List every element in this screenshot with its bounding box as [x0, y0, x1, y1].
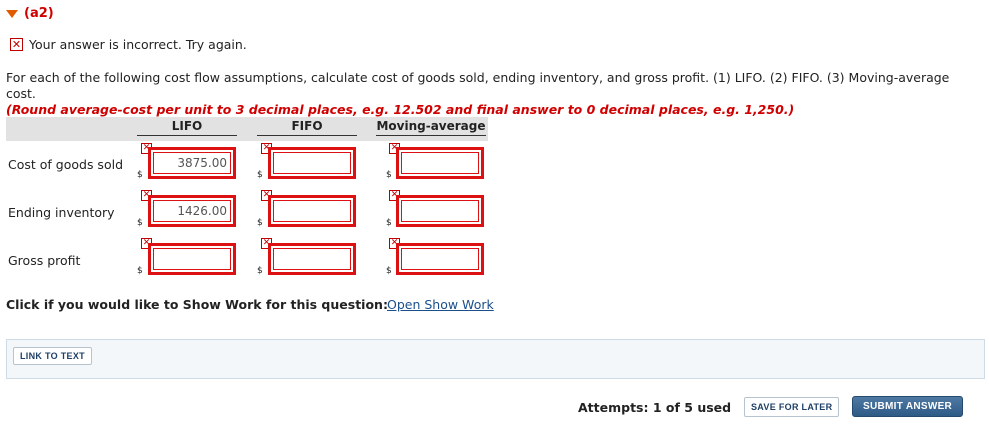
currency-symbol: $	[257, 266, 263, 276]
link-to-text-button[interactable]: LINK TO TEXT	[13, 347, 92, 365]
attempts-counter: Attempts: 1 of 5 used	[578, 400, 732, 415]
x-icon: ✕	[10, 38, 23, 51]
currency-symbol: $	[386, 266, 392, 276]
row-label-gross-profit: Gross profit	[8, 253, 81, 268]
fifo-ending-inventory-input[interactable]	[268, 195, 356, 227]
save-for-later-button[interactable]: SAVE FOR LATER	[744, 397, 840, 417]
currency-symbol: $	[386, 170, 392, 180]
row-label-cost-of-goods-sold: Cost of goods sold	[8, 157, 124, 172]
moving-average-ending-inventory-input[interactable]	[396, 195, 484, 227]
currency-symbol: $	[137, 266, 143, 276]
instructions: For each of the following cost flow assu…	[6, 70, 981, 118]
submit-answer-button[interactable]: SUBMIT ANSWER	[852, 396, 964, 417]
section-toggle[interactable]: (a2)	[6, 6, 54, 21]
instructions-note: (Round average-cost per unit to 3 decima…	[6, 102, 795, 117]
link-to-text-panel	[6, 339, 985, 379]
triangle-down-icon	[6, 9, 18, 18]
lifo-cogs-input[interactable]	[148, 147, 236, 179]
lifo-ending-inventory-input[interactable]	[148, 195, 236, 227]
currency-symbol: $	[137, 170, 143, 180]
column-header-lifo: LIFO	[137, 119, 237, 136]
instructions-text: For each of the following cost flow assu…	[6, 70, 950, 101]
feedback-line: ✕ Your answer is incorrect. Try again.	[10, 37, 247, 52]
fifo-cogs-input[interactable]	[268, 147, 356, 179]
fifo-gross-profit-input[interactable]	[268, 243, 356, 275]
moving-average-cogs-input[interactable]	[396, 147, 484, 179]
open-show-work-link[interactable]: Open Show Work	[387, 297, 494, 312]
currency-symbol: $	[137, 218, 143, 228]
show-work-prompt: Click if you would like to Show Work for…	[6, 297, 388, 312]
moving-average-gross-profit-input[interactable]	[396, 243, 484, 275]
currency-symbol: $	[257, 218, 263, 228]
column-header-fifo: FIFO	[257, 119, 357, 136]
currency-symbol: $	[257, 170, 263, 180]
section-label: (a2)	[24, 6, 54, 21]
feedback-message: Your answer is incorrect. Try again.	[29, 37, 247, 52]
currency-symbol: $	[386, 218, 392, 228]
row-label-ending-inventory: Ending inventory	[8, 205, 115, 220]
lifo-gross-profit-input[interactable]	[148, 243, 236, 275]
column-header-moving-average: Moving-average	[376, 119, 486, 136]
